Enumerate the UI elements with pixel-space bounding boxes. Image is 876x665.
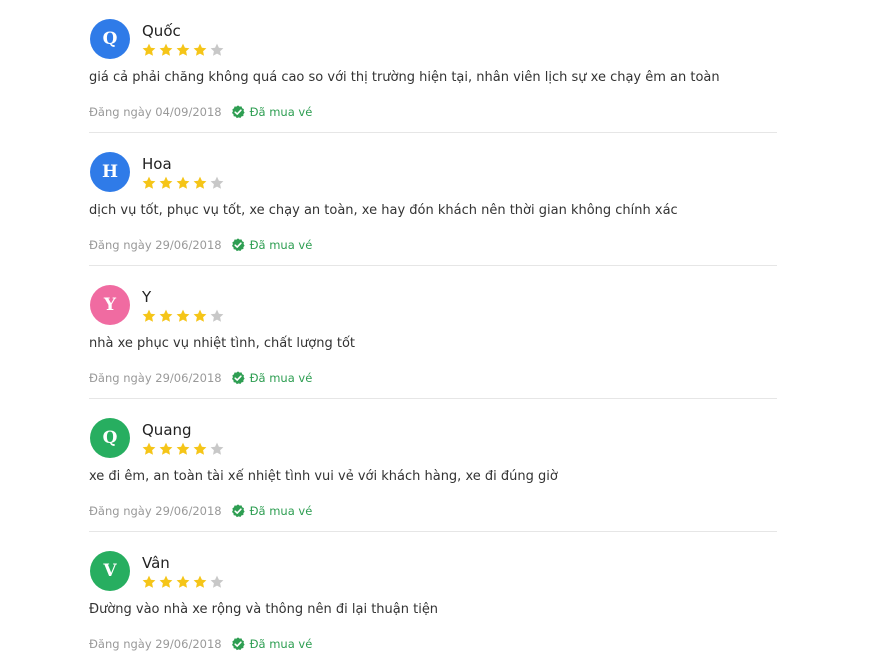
review-item: Y Y nhà xe phục vụ nhiệt tình, chất lượn… bbox=[89, 266, 777, 399]
star-icon bbox=[142, 575, 156, 588]
star-icon bbox=[159, 575, 173, 588]
review-meta: Đăng ngày 04/09/2018 Đã mua vé bbox=[89, 104, 312, 120]
review-comment: giá cả phải chăng không quá cao so với t… bbox=[89, 70, 720, 85]
reviewer-name: Vân bbox=[142, 554, 170, 572]
star-icon bbox=[142, 176, 156, 189]
star-icon bbox=[159, 442, 173, 455]
avatar: Q bbox=[90, 19, 130, 59]
purchased-badge: Đã mua vé bbox=[249, 238, 313, 252]
review-comment: dịch vụ tốt, phục vụ tốt, xe chạy an toà… bbox=[89, 203, 678, 218]
star-icon bbox=[142, 442, 156, 455]
review-date: Đăng ngày 29/06/2018 bbox=[89, 504, 222, 518]
review-item: H Hoa dịch vụ tốt, phục vụ tốt, xe chạy … bbox=[89, 133, 777, 266]
star-icon bbox=[142, 43, 156, 56]
star-icon bbox=[159, 176, 173, 189]
star-icon bbox=[193, 43, 207, 56]
star-icon bbox=[176, 575, 190, 588]
star-icon bbox=[176, 442, 190, 455]
star-rating bbox=[142, 442, 224, 456]
verified-check-icon bbox=[231, 105, 245, 119]
review-item: V Vân Đường vào nhà xe rộng và thông nên… bbox=[89, 532, 777, 665]
star-icon bbox=[176, 309, 190, 322]
review-comment: Đường vào nhà xe rộng và thông nên đi lạ… bbox=[89, 602, 439, 617]
star-icon bbox=[210, 176, 224, 189]
verified-check-icon bbox=[231, 637, 245, 651]
avatar: V bbox=[90, 551, 130, 591]
review-date: Đăng ngày 29/06/2018 bbox=[89, 238, 222, 252]
avatar: H bbox=[90, 152, 130, 192]
star-icon bbox=[193, 575, 207, 588]
review-date: Đăng ngày 29/06/2018 bbox=[89, 371, 222, 385]
purchased-badge: Đã mua vé bbox=[249, 637, 313, 651]
star-icon bbox=[176, 43, 190, 56]
star-icon bbox=[210, 309, 224, 322]
verified-check-icon bbox=[231, 238, 245, 252]
star-icon bbox=[159, 309, 173, 322]
review-item: Q Quốc giá cả phải chăng không quá cao s… bbox=[89, 0, 777, 133]
star-icon bbox=[210, 43, 224, 56]
review-meta: Đăng ngày 29/06/2018 Đã mua vé bbox=[89, 370, 312, 386]
purchased-badge: Đã mua vé bbox=[249, 504, 313, 518]
star-rating bbox=[142, 575, 224, 589]
star-icon bbox=[159, 43, 173, 56]
avatar: Y bbox=[90, 285, 130, 325]
review-meta: Đăng ngày 29/06/2018 Đã mua vé bbox=[89, 503, 312, 519]
review-list: Q Quốc giá cả phải chăng không quá cao s… bbox=[89, 0, 777, 665]
verified-check-icon bbox=[231, 371, 245, 385]
reviewer-name: Quang bbox=[142, 421, 192, 439]
review-meta: Đăng ngày 29/06/2018 Đã mua vé bbox=[89, 237, 312, 253]
purchased-badge: Đã mua vé bbox=[249, 371, 313, 385]
star-rating bbox=[142, 309, 224, 323]
reviewer-name: Y bbox=[142, 288, 152, 306]
reviewer-name: Hoa bbox=[142, 155, 172, 173]
review-date: Đăng ngày 29/06/2018 bbox=[89, 637, 222, 651]
purchased-badge: Đã mua vé bbox=[249, 105, 313, 119]
star-icon bbox=[176, 176, 190, 189]
star-icon bbox=[193, 309, 207, 322]
star-icon bbox=[142, 309, 156, 322]
review-date: Đăng ngày 04/09/2018 bbox=[89, 105, 222, 119]
reviewer-name: Quốc bbox=[142, 22, 181, 40]
review-comment: xe đi êm, an toàn tài xế nhiệt tình vui … bbox=[89, 469, 558, 484]
star-icon bbox=[193, 442, 207, 455]
star-icon bbox=[193, 176, 207, 189]
star-icon bbox=[210, 575, 224, 588]
star-rating bbox=[142, 43, 224, 57]
verified-check-icon bbox=[231, 504, 245, 518]
star-rating bbox=[142, 176, 224, 190]
review-item: Q Quang xe đi êm, an toàn tài xế nhiệt t… bbox=[89, 399, 777, 532]
review-meta: Đăng ngày 29/06/2018 Đã mua vé bbox=[89, 636, 312, 652]
avatar: Q bbox=[90, 418, 130, 458]
star-icon bbox=[210, 442, 224, 455]
review-comment: nhà xe phục vụ nhiệt tình, chất lượng tố… bbox=[89, 336, 356, 351]
